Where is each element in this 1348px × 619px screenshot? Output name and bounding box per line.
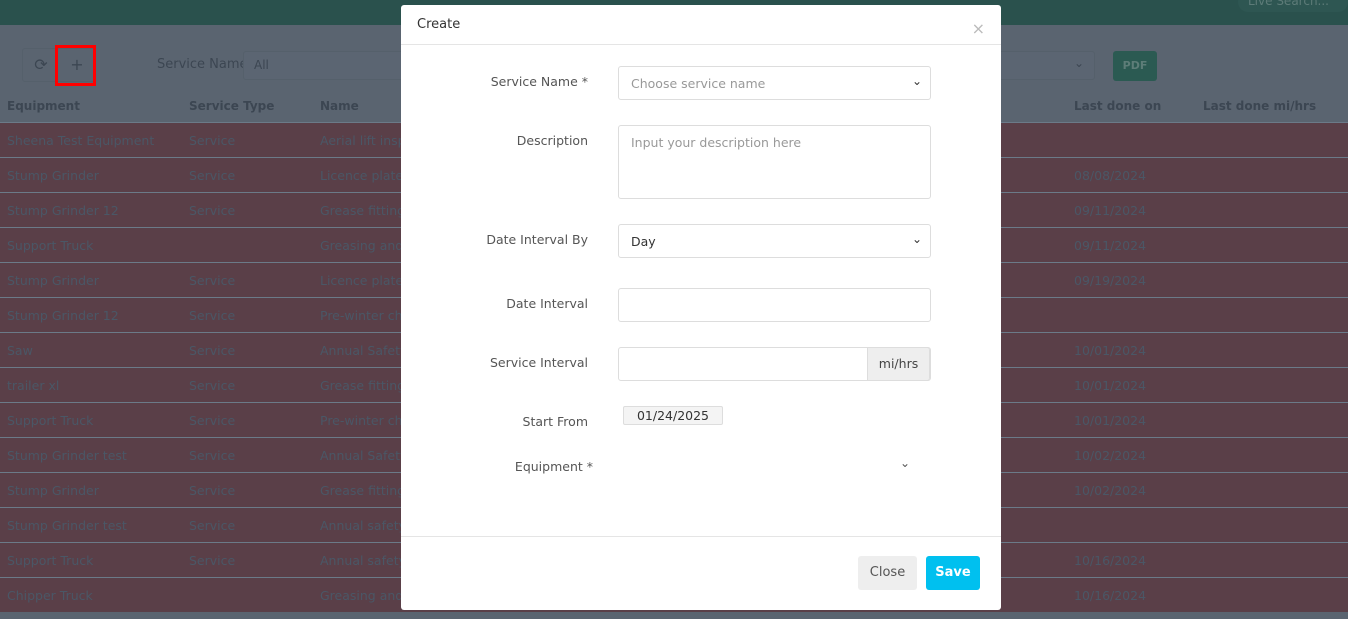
- date-interval-by-value: Day: [631, 234, 656, 249]
- chevron-down-icon: ⌄: [911, 74, 922, 88]
- cell-equipment: Stump Grinder test: [7, 448, 127, 463]
- cell-equipment: Stump Grinder: [7, 168, 99, 183]
- cell-equipment: Saw: [7, 343, 33, 358]
- cell-type: Service: [189, 343, 236, 358]
- description-placeholder: Input your description here: [631, 135, 802, 150]
- service-name-label: Service Name *: [490, 74, 588, 89]
- date-interval-label: Date Interval: [506, 296, 588, 311]
- modal-footer-divider: [401, 536, 1001, 537]
- cell-name: Grease fitting: [320, 483, 406, 498]
- start-from-label: Start From: [522, 414, 588, 429]
- cell-last: 09/11/2024: [1074, 238, 1147, 253]
- cell-name: Annual safety: [320, 553, 406, 568]
- service-name-select[interactable]: Choose service name ⌄: [618, 66, 931, 100]
- col-last-done-mihrs[interactable]: Last done mi/hrs: [1203, 99, 1316, 113]
- close-icon[interactable]: ×: [972, 19, 985, 38]
- cell-type: Service: [189, 518, 236, 533]
- cell-name: Pre-winter che: [320, 413, 411, 428]
- col-last-done-on[interactable]: Last done on: [1074, 99, 1161, 113]
- cell-last: 10/02/2024: [1074, 448, 1147, 463]
- cell-name: Grease fitting: [320, 203, 406, 218]
- cell-name: Aerial lift inspe: [320, 133, 414, 148]
- cell-equipment: Chipper Truck: [7, 588, 93, 603]
- service-name-filter-value: All: [254, 58, 269, 72]
- chevron-down-icon: ⌄: [1073, 56, 1084, 70]
- col-service-type[interactable]: Service Type: [189, 99, 274, 113]
- cell-last: 10/01/2024: [1074, 413, 1147, 428]
- cell-type: Service: [189, 483, 236, 498]
- col-equipment[interactable]: Equipment: [7, 99, 80, 113]
- cell-last: 09/19/2024: [1074, 273, 1147, 288]
- cell-equipment: Stump Grinder test: [7, 518, 127, 533]
- cell-name: Grease fitting: [320, 378, 406, 393]
- cell-equipment: Stump Grinder 12: [7, 203, 119, 218]
- cell-last: 08/08/2024: [1074, 168, 1147, 183]
- start-from-date[interactable]: 01/24/2025: [623, 406, 723, 425]
- col-name[interactable]: Name: [320, 99, 359, 113]
- chevron-down-icon: ⌄: [911, 232, 922, 246]
- create-modal: Create × Service Name * Choose service n…: [401, 5, 1001, 610]
- description-textarea[interactable]: Input your description here: [618, 125, 931, 199]
- cell-name: Licence plate: [320, 273, 404, 288]
- cell-equipment: Stump Grinder: [7, 273, 99, 288]
- cell-equipment: Stump Grinder: [7, 483, 99, 498]
- service-interval-label: Service Interval: [489, 355, 588, 370]
- cell-name: Greasing and c: [320, 238, 415, 253]
- pdf-button[interactable]: PDF: [1113, 51, 1157, 81]
- date-interval-by-label: Date Interval By: [486, 232, 588, 247]
- cell-equipment: Support Truck: [7, 413, 94, 428]
- cell-type: Service: [189, 168, 236, 183]
- cell-equipment: Support Truck: [7, 553, 94, 568]
- cell-type: Service: [189, 448, 236, 463]
- service-name-filter-label: Service Name: [157, 57, 248, 72]
- cell-name: Annual safety: [320, 518, 406, 533]
- cell-type: Service: [189, 273, 236, 288]
- cell-name: Pre-winter che: [320, 308, 411, 323]
- cell-name: Annual Safety: [320, 448, 408, 463]
- close-button[interactable]: Close: [858, 556, 917, 590]
- cell-type: Service: [189, 378, 236, 393]
- cell-equipment: trailer xl: [7, 378, 60, 393]
- service-interval-input[interactable]: mi/hrs: [618, 347, 931, 381]
- cell-equipment: Support Truck: [7, 238, 94, 253]
- cell-type: Service: [189, 308, 236, 323]
- save-button[interactable]: Save: [926, 556, 980, 590]
- service-name-placeholder: Choose service name: [631, 76, 766, 91]
- cell-last: 10/16/2024: [1074, 588, 1147, 603]
- live-search-input[interactable]: Live Search...: [1238, 0, 1348, 12]
- cell-equipment: Stump Grinder 12: [7, 308, 119, 323]
- cell-type: Service: [189, 133, 236, 148]
- cell-last: 09/11/2024: [1074, 203, 1147, 218]
- service-interval-unit: mi/hrs: [867, 347, 930, 381]
- equipment-label: Equipment *: [514, 459, 593, 474]
- cell-type: Service: [189, 413, 236, 428]
- cell-last: 10/01/2024: [1074, 378, 1147, 393]
- cell-equipment: Sheena Test Equipment: [7, 133, 155, 148]
- date-interval-by-select[interactable]: Day ⌄: [618, 224, 931, 258]
- description-label: Description: [516, 133, 588, 148]
- cell-name: Licence plate: [320, 168, 404, 183]
- equipment-chevron-down-icon[interactable]: ⌄: [900, 456, 910, 470]
- cell-last: 10/16/2024: [1074, 553, 1147, 568]
- refresh-icon[interactable]: ⟳: [23, 49, 59, 83]
- cell-last: 10/01/2024: [1074, 343, 1147, 358]
- cell-type: Service: [189, 553, 236, 568]
- modal-title: Create: [401, 5, 1001, 45]
- cell-last: 10/02/2024: [1074, 483, 1147, 498]
- date-interval-input[interactable]: [618, 288, 931, 322]
- cell-name: Greasing and c: [320, 588, 415, 603]
- add-button-highlight: [55, 45, 96, 86]
- cell-type: Service: [189, 203, 236, 218]
- cell-name: Annual Safety: [320, 343, 408, 358]
